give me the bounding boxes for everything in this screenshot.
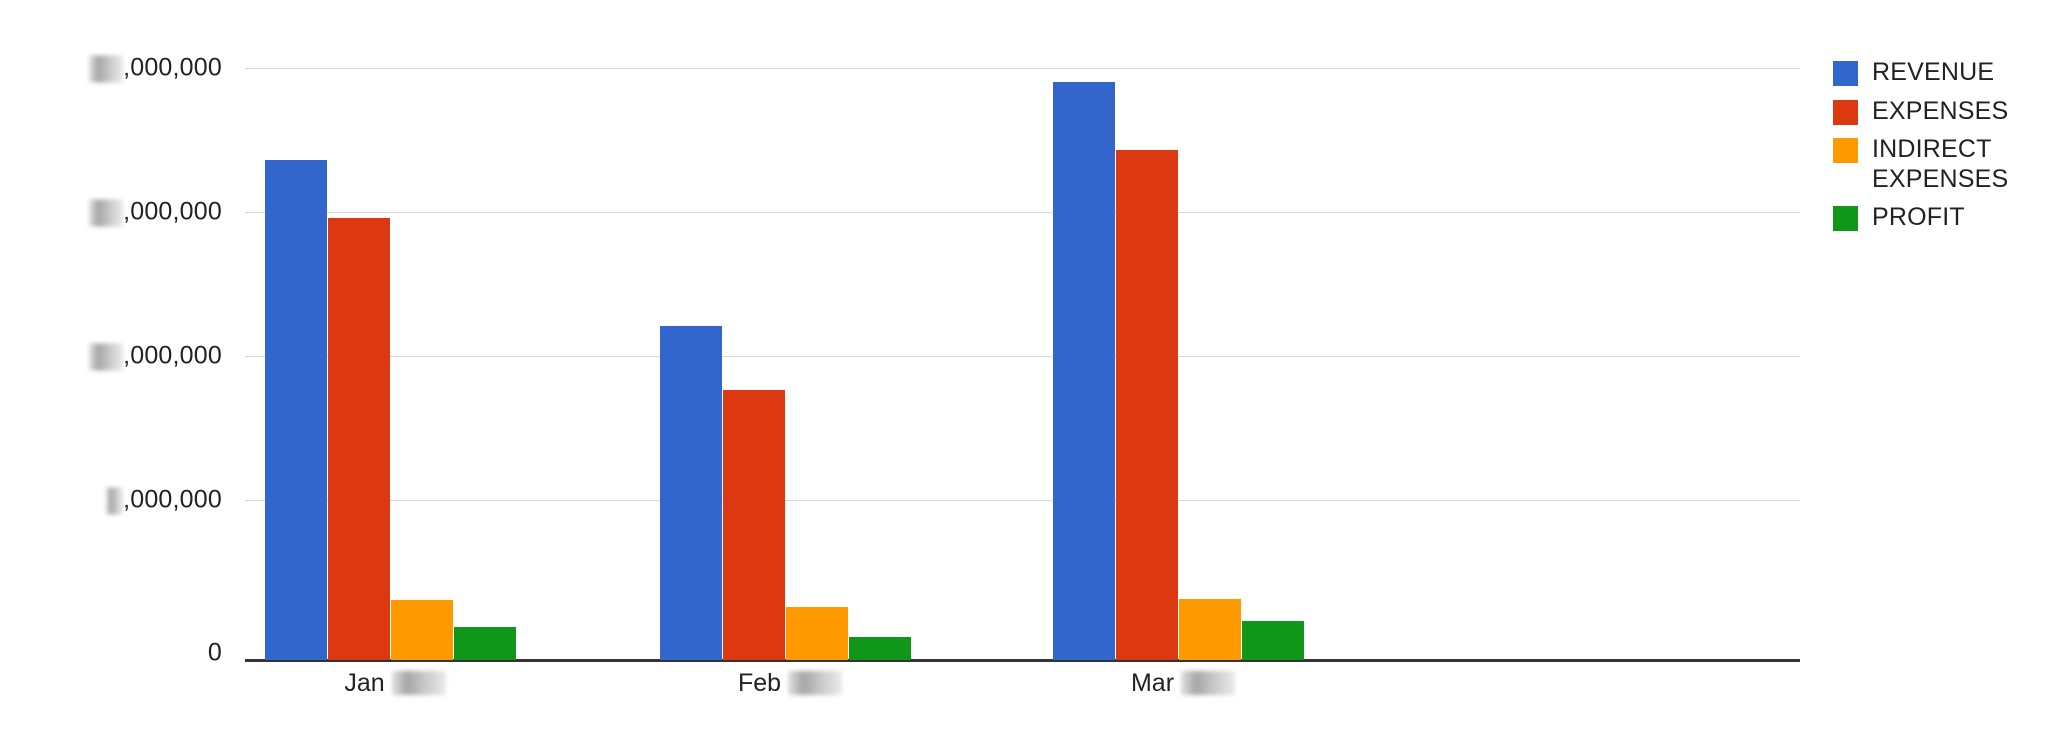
- bar-feb-indirect-expenses[interactable]: [786, 607, 848, 660]
- y-axis-tick-label: ,000,000: [89, 342, 222, 371]
- plot-area: [245, 60, 1800, 662]
- y-axis-labels: ,000,000 ,000,000 ,000,000 ,000,000 0: [0, 54, 222, 667]
- legend-label: REVENUE: [1872, 58, 1995, 86]
- redacted-year: [1181, 671, 1235, 696]
- x-axis-month: Mar: [1130, 668, 1175, 697]
- bar-jan-revenue[interactable]: [265, 160, 327, 660]
- y-axis-tick-label: ,000,000: [106, 486, 222, 515]
- legend-item-expenses[interactable]: EXPENSES: [1833, 97, 2038, 127]
- legend-swatch-icon: [1833, 99, 1858, 125]
- legend-item-indirect-expenses[interactable]: INDIRECT EXPENSES: [1833, 135, 2038, 194]
- y-axis-tick-label: ,000,000: [89, 54, 222, 83]
- legend-item-profit[interactable]: PROFIT: [1833, 203, 2038, 233]
- y-tick-text: ,000,000: [123, 485, 222, 514]
- bar-mar-profit[interactable]: [1242, 621, 1304, 660]
- chart-legend: REVENUE EXPENSES INDIRECT EXPENSES PROFI…: [1833, 58, 2038, 242]
- bar-jan-expenses[interactable]: [328, 218, 390, 660]
- redacted-digits: [89, 343, 124, 371]
- bar-jan-indirect-expenses[interactable]: [391, 600, 453, 660]
- bar-mar-revenue[interactable]: [1053, 82, 1115, 660]
- legend-label: PROFIT: [1872, 203, 1965, 231]
- redacted-year: [391, 671, 446, 696]
- y-axis-tick-label-zero: 0: [208, 639, 222, 668]
- bar-mar-expenses[interactable]: [1116, 150, 1178, 660]
- x-axis-month: Jan: [344, 668, 385, 697]
- y-tick-text: 0: [207, 638, 222, 667]
- bar-feb-revenue[interactable]: [660, 326, 722, 660]
- redacted-year: [788, 671, 843, 696]
- bar-jan-profit[interactable]: [454, 627, 516, 660]
- bar-group-mar: [1053, 60, 1553, 660]
- redacted-digits: [106, 487, 124, 515]
- y-tick-text: ,000,000: [123, 197, 222, 226]
- y-tick-text: ,000,000: [123, 53, 222, 82]
- x-axis-month: Feb: [737, 668, 782, 697]
- bar-feb-expenses[interactable]: [723, 390, 785, 660]
- bar-feb-profit[interactable]: [849, 637, 911, 660]
- legend-swatch-icon: [1833, 61, 1858, 86]
- legend-swatch-icon: [1833, 138, 1858, 163]
- legend-label: INDIRECT EXPENSES: [1872, 135, 2009, 193]
- redacted-digits: [89, 199, 124, 227]
- legend-swatch-icon: [1833, 206, 1858, 231]
- redacted-digits: [89, 55, 124, 83]
- legend-item-revenue[interactable]: REVENUE: [1833, 58, 2038, 88]
- x-axis-label-feb: Feb: [660, 668, 920, 698]
- y-tick-text: ,000,000: [123, 341, 222, 370]
- bar-mar-indirect-expenses[interactable]: [1179, 599, 1241, 660]
- x-axis-label-mar: Mar: [1053, 668, 1313, 698]
- bar-chart: ,000,000 ,000,000 ,000,000 ,000,000 0 Ja…: [0, 0, 2048, 748]
- legend-label: EXPENSES: [1872, 96, 2009, 125]
- y-axis-tick-label: ,000,000: [89, 198, 222, 227]
- x-axis-label-jan: Jan: [265, 668, 525, 698]
